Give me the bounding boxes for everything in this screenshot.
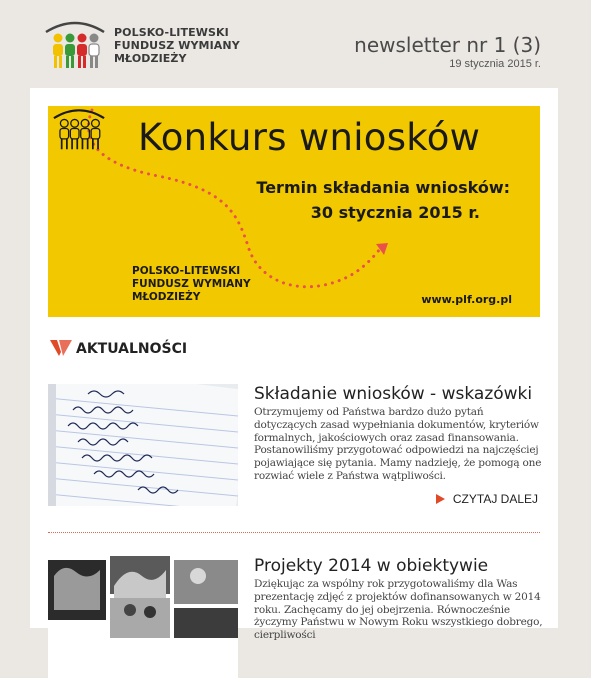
organization-name: POLSKO-LITEWSKI FUNDUSZ WYMIANY MŁODZIEŻ… <box>114 26 240 65</box>
article-title[interactable]: Projekty 2014 w obiektywie <box>254 556 488 576</box>
read-more-button[interactable]: CZYTAJ DALEJ <box>435 492 538 506</box>
article-text: Dziękując za wspólny rok przygotowaliśmy… <box>254 578 543 642</box>
article-title[interactable]: Składanie wniosków - wskazówki <box>254 384 532 404</box>
newsletter-title: newsletter nr 1 (3) <box>354 33 541 57</box>
chevron-logo-icon <box>50 340 72 356</box>
banner-title: Konkurs wniosków <box>138 116 481 159</box>
org-line-3: MŁODZIEŻY <box>114 52 187 65</box>
article-text: Otrzymujemy od Państwa bardzo dużo pytań… <box>254 406 542 482</box>
banner-url-link[interactable]: www.plf.org.pl <box>421 293 512 306</box>
banner-deadline-label: Termin składania wniosków: <box>256 178 510 197</box>
read-more-label: CZYTAJ DALEJ <box>452 492 538 506</box>
banner-org-line-3: MŁODZIEŻY <box>132 291 201 303</box>
org-line-1: POLSKO-LITEWSKI <box>114 26 229 39</box>
arrow-right-icon <box>435 494 445 504</box>
article-item: Projekty 2014 w obiektywie Dziękując za … <box>48 556 543 678</box>
article-divider <box>48 532 540 533</box>
newsletter-date: 19 stycznia 2015 r. <box>449 58 541 70</box>
plf-logo-icon <box>53 109 105 150</box>
article-thumbnail[interactable] <box>48 384 238 506</box>
plf-logo-icon[interactable] <box>40 18 110 70</box>
article-thumbnail[interactable] <box>48 556 238 678</box>
section-title: AKTUALNOŚCI <box>76 341 188 357</box>
banner-organization-name: POLSKO-LITEWSKI FUNDUSZ WYMIANY MŁODZIEŻ… <box>132 265 251 304</box>
contest-banner[interactable]: Konkurs wniosków Termin składania wniosk… <box>48 106 540 317</box>
banner-deadline-date: 30 stycznia 2015 r. <box>310 203 480 222</box>
article-item: Składanie wniosków - wskazówki Otrzymuje… <box>48 384 541 509</box>
banner-org-line-2: FUNDUSZ WYMIANY <box>132 278 251 290</box>
org-line-2: FUNDUSZ WYMIANY <box>114 39 240 52</box>
banner-org-line-1: POLSKO-LITEWSKI <box>132 265 241 277</box>
header: POLSKO-LITEWSKI FUNDUSZ WYMIANY MŁODZIEŻ… <box>0 0 591 88</box>
